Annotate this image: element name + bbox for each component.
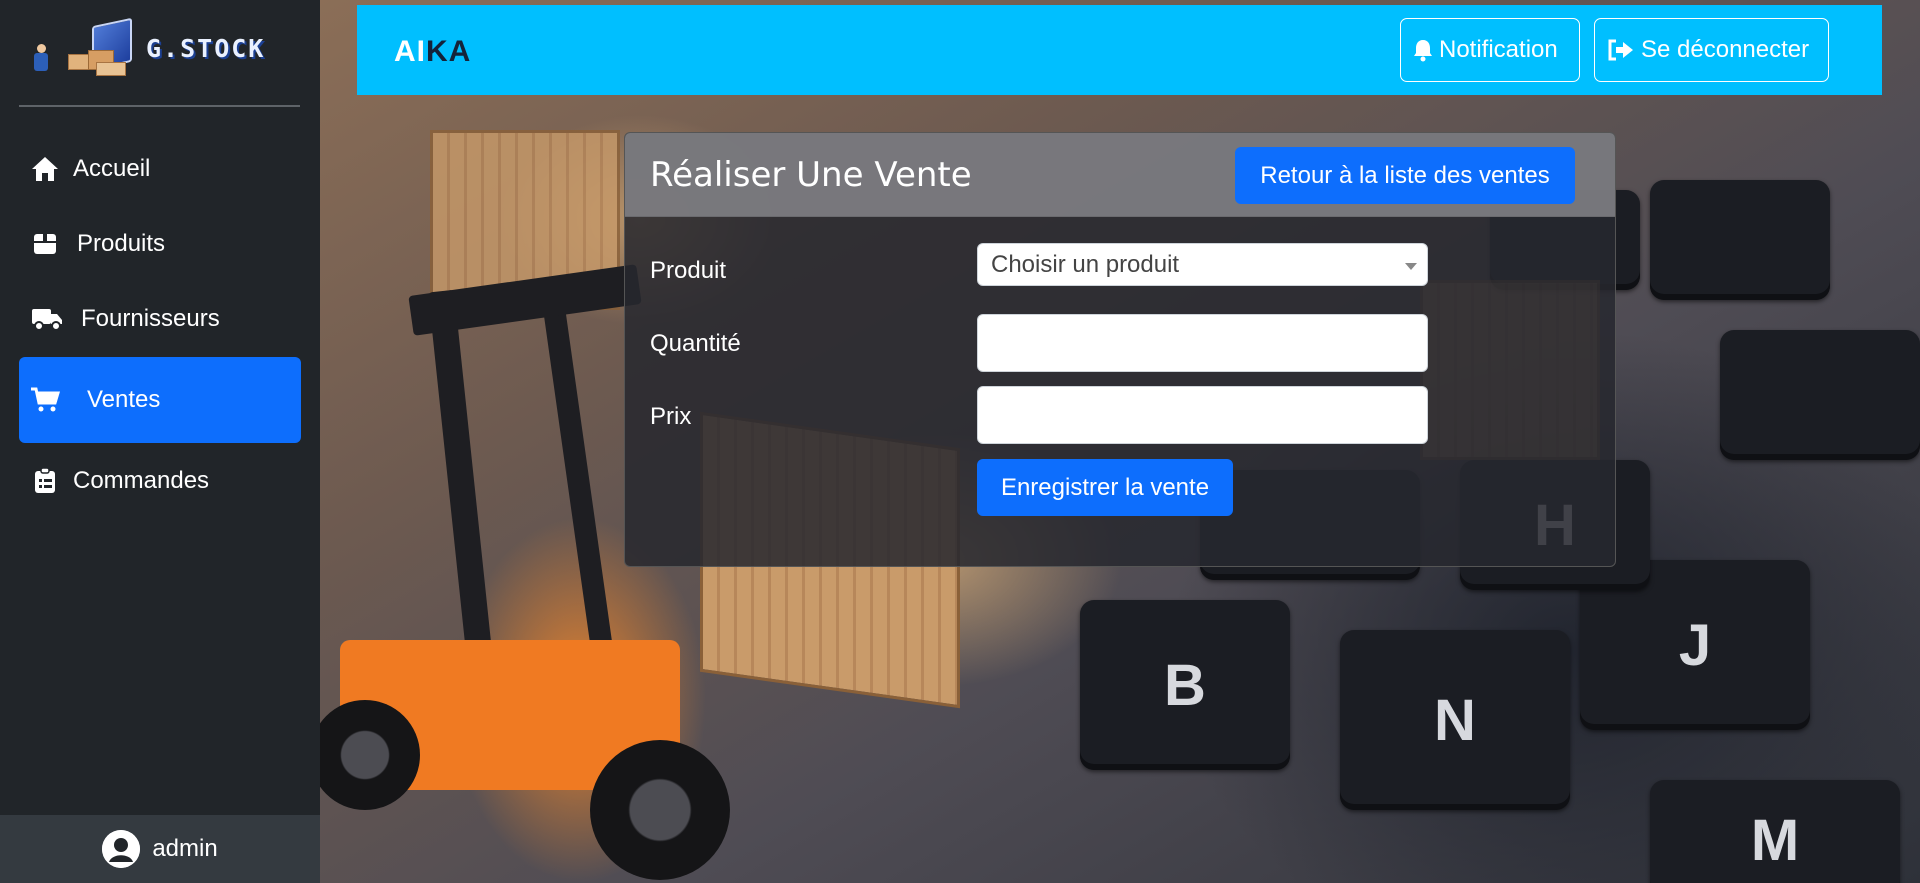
truck-icon bbox=[31, 305, 63, 333]
top-navbar: AIKA Notification Se déconnecter bbox=[357, 5, 1882, 95]
keyboard-key bbox=[1720, 330, 1920, 460]
keyboard-key: B bbox=[1080, 600, 1290, 770]
keyboard-key: N bbox=[1340, 630, 1570, 810]
forklift-wheel bbox=[590, 740, 730, 880]
warehouse-logo-icon bbox=[26, 17, 138, 78]
box-icon bbox=[31, 230, 59, 258]
page-title: Réaliser Une Vente bbox=[650, 155, 972, 195]
keyboard-key bbox=[1650, 180, 1830, 300]
sidebar-item-label: Accueil bbox=[73, 155, 151, 182]
back-to-sales-list-button[interactable]: Retour à la liste des ventes bbox=[1235, 147, 1575, 204]
brand-part-1: AI bbox=[394, 35, 426, 68]
card-header: Réaliser Une Vente Retour à la liste des… bbox=[625, 133, 1615, 217]
home-icon bbox=[31, 155, 59, 183]
product-select-value: Choisir un produit bbox=[991, 250, 1180, 278]
user-avatar-icon bbox=[102, 830, 141, 868]
product-select[interactable]: Choisir un produit bbox=[977, 243, 1428, 286]
chevron-down-icon bbox=[1405, 263, 1417, 270]
sidebar-item-label: Fournisseurs bbox=[81, 305, 220, 332]
sign-out-icon bbox=[1607, 38, 1635, 62]
sidebar-item-commandes[interactable]: Commandes bbox=[19, 438, 301, 524]
cart-icon bbox=[29, 386, 61, 414]
save-sale-button[interactable]: Enregistrer la vente bbox=[977, 459, 1233, 516]
sale-form-card: Réaliser Une Vente Retour à la liste des… bbox=[624, 132, 1616, 567]
logo-text: G.STOCK bbox=[146, 33, 266, 63]
user-profile[interactable]: admin bbox=[0, 815, 320, 883]
app-logo[interactable]: G.STOCK bbox=[26, 17, 276, 78]
price-input[interactable] bbox=[977, 386, 1428, 444]
sidebar: G.STOCK Accueil Produits Fournisseurs Ve… bbox=[0, 0, 320, 883]
quantity-label: Quantité bbox=[650, 330, 741, 357]
sidebar-item-fournisseurs[interactable]: Fournisseurs bbox=[19, 276, 301, 362]
sidebar-item-label: Ventes bbox=[87, 386, 161, 413]
quantity-input[interactable] bbox=[977, 314, 1428, 372]
clipboard-icon bbox=[31, 467, 59, 495]
forklift-wheel bbox=[320, 700, 420, 810]
sidebar-item-label: Produits bbox=[77, 230, 166, 257]
sidebar-item-accueil[interactable]: Accueil bbox=[19, 126, 301, 212]
sidebar-item-produits[interactable]: Produits bbox=[19, 201, 301, 287]
username: admin bbox=[152, 835, 218, 862]
notification-button[interactable]: Notification bbox=[1400, 18, 1580, 82]
keyboard-key: M bbox=[1650, 780, 1900, 883]
sidebar-item-label: Commandes bbox=[73, 467, 210, 494]
bell-icon bbox=[1413, 38, 1433, 62]
sidebar-item-ventes[interactable]: Ventes bbox=[19, 357, 301, 443]
logout-label: Se déconnecter bbox=[1641, 36, 1810, 63]
brand-title[interactable]: AIKA bbox=[394, 35, 471, 69]
sidebar-divider bbox=[19, 105, 300, 107]
logout-button[interactable]: Se déconnecter bbox=[1594, 18, 1829, 82]
product-label: Produit bbox=[650, 257, 727, 284]
brand-part-2: KA bbox=[426, 35, 472, 68]
price-label: Prix bbox=[650, 403, 692, 430]
notification-label: Notification bbox=[1439, 36, 1558, 63]
